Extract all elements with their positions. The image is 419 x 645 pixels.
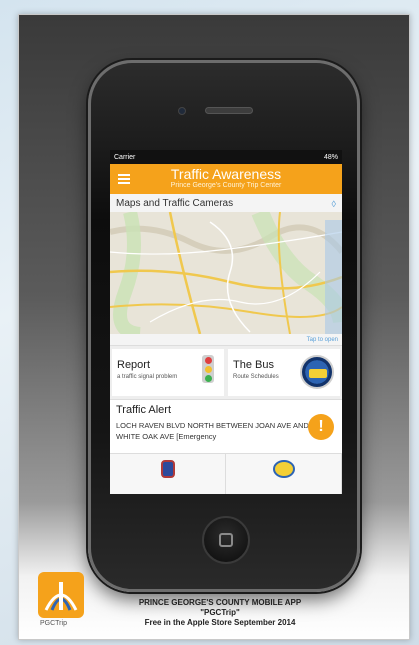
tap-to-open-label: Tap to open — [306, 337, 338, 343]
logo-label: PGCTrip — [40, 620, 67, 627]
home-button[interactable] — [202, 516, 250, 564]
maps-card-title: Maps and Traffic Cameras — [116, 198, 234, 209]
bus-title: The Bus — [233, 359, 274, 371]
caption-line-1: PRINCE GEORGE'S COUNTY MOBILE APP — [138, 598, 302, 607]
bottom-cell-right[interactable] — [226, 454, 342, 494]
traffic-signal-icon — [202, 355, 214, 383]
alert-text: LOCH RAVEN BLVD NORTH BETWEEN JOAN AVE A… — [116, 421, 309, 441]
battery-label: 48% — [323, 153, 338, 161]
page-subtitle: Prince George's County Trip Center — [170, 182, 282, 189]
bottom-cell-left[interactable] — [110, 454, 226, 494]
navigation-icon: ◊ — [331, 199, 336, 209]
maps-card[interactable]: Maps and Traffic Cameras ◊ Tap to open — [110, 194, 342, 346]
traffic-alert-card[interactable]: Traffic Alert LOCH RAVEN BLVD NORTH BETW… — [110, 400, 342, 454]
report-subtitle: a traffic signal problem — [117, 374, 178, 380]
bus-tile[interactable]: The Bus Route Schedules — [228, 349, 340, 396]
alert-title: Traffic Alert — [116, 404, 172, 416]
alert-exclamation-icon: ! — [308, 414, 334, 440]
the-bus-logo-icon — [300, 355, 334, 389]
poster-caption: PRINCE GEORGE'S COUNTY MOBILE APP "PGCTr… — [120, 598, 320, 628]
caption-line-2: "PGCTrip" — [200, 608, 240, 617]
tiles-row: Report a traffic signal problem The Bus … — [110, 346, 342, 400]
camera-icon — [178, 107, 186, 115]
bus-badge-icon — [273, 460, 295, 478]
status-bar: Carrier 48% — [110, 150, 342, 164]
report-tile[interactable]: Report a traffic signal problem — [112, 349, 224, 396]
page-title: Traffic Awareness — [170, 166, 282, 182]
police-badge-icon — [161, 460, 175, 478]
bottom-row — [110, 454, 342, 494]
report-title: Report — [117, 359, 151, 371]
home-square-icon — [219, 533, 233, 547]
speaker-grille — [205, 107, 253, 114]
app-screen: Carrier 48% Traffic Awareness Prince Geo… — [110, 150, 342, 494]
map-thumbnail[interactable] — [110, 212, 342, 334]
bus-subtitle: Route Schedules — [233, 374, 279, 380]
caption-line-3: Free in the Apple Store September 2014 — [144, 618, 296, 627]
app-header: Traffic Awareness Prince George's County… — [110, 164, 342, 194]
carrier-label: Carrier — [114, 153, 136, 161]
pgctrip-logo-icon — [38, 572, 84, 618]
